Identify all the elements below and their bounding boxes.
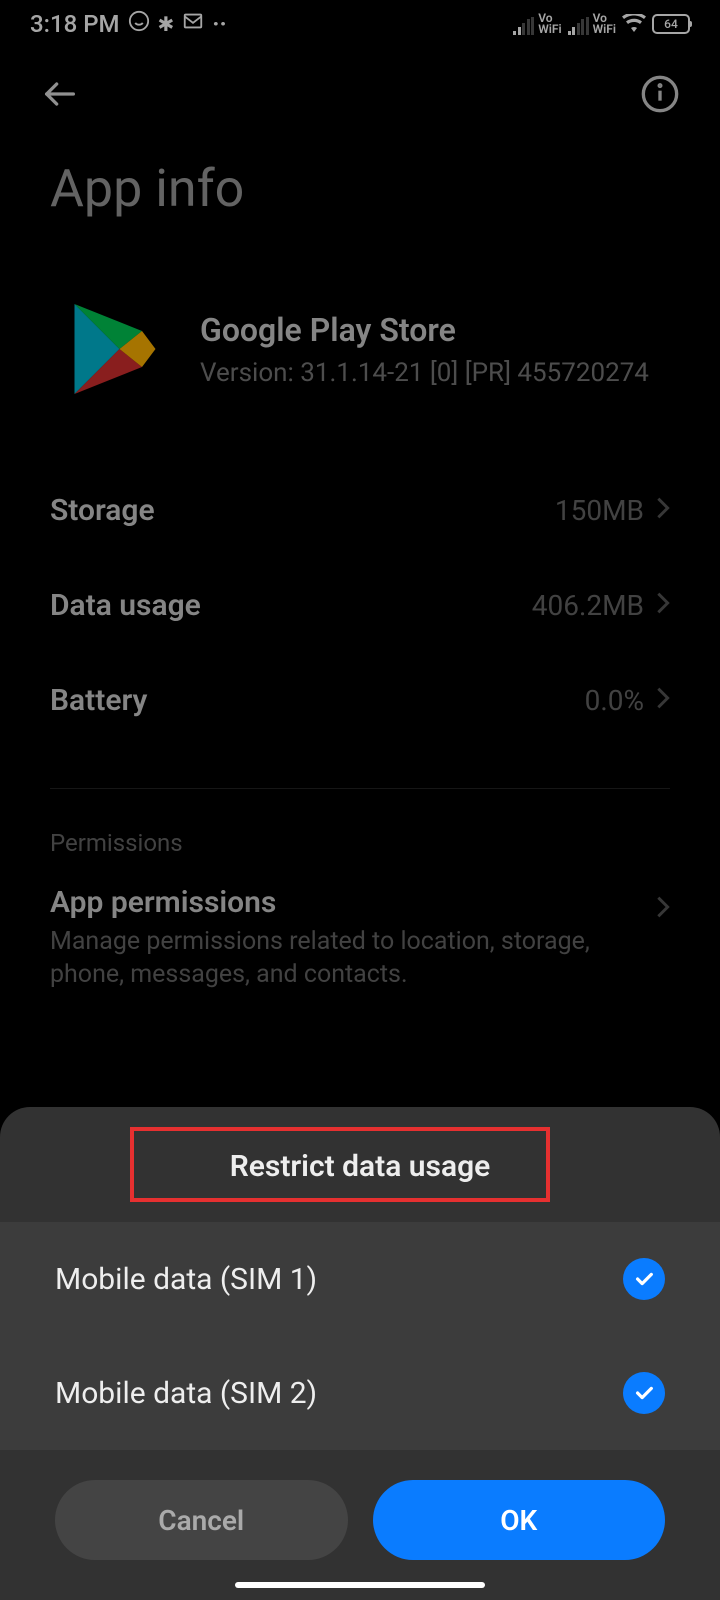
option-sim1[interactable]: Mobile data (SIM 1) xyxy=(0,1222,720,1336)
data-value: 406.2MB xyxy=(532,589,644,622)
slack-icon: ✱ xyxy=(158,12,175,36)
info-list: Storage 150MB Data usage 406.2MB Battery… xyxy=(0,443,720,768)
storage-row[interactable]: Storage 150MB xyxy=(50,463,670,558)
battery-value: 0.0% xyxy=(585,684,644,717)
data-value-wrap: 406.2MB xyxy=(532,589,670,622)
battery-icon: 64 xyxy=(652,14,690,34)
gmail-icon xyxy=(182,10,204,38)
storage-label: Storage xyxy=(50,493,155,528)
divider xyxy=(50,788,670,789)
option-sim2[interactable]: Mobile data (SIM 2) xyxy=(0,1336,720,1450)
chevron-right-icon xyxy=(656,684,670,717)
cancel-button[interactable]: Cancel xyxy=(55,1480,348,1560)
chevron-right-icon xyxy=(656,589,670,622)
battery-label: Battery xyxy=(50,683,147,718)
ok-button[interactable]: OK xyxy=(373,1480,666,1560)
play-store-icon xyxy=(70,299,160,403)
storage-value: 150MB xyxy=(555,494,644,527)
permissions-title: App permissions xyxy=(50,885,636,920)
more-dots-icon: ·· xyxy=(212,10,226,38)
wifi-icon xyxy=(622,10,646,38)
battery-row[interactable]: Battery 0.0% xyxy=(50,653,670,748)
option-sim1-label: Mobile data (SIM 1) xyxy=(55,1262,317,1297)
status-bar: 3:18 PM ✱ ·· VoWiFi VoWiFi 64 xyxy=(0,0,720,44)
status-left: 3:18 PM ✱ ·· xyxy=(30,10,227,38)
permissions-desc: Manage permissions related to location, … xyxy=(50,926,636,991)
dialog-buttons: Cancel OK xyxy=(0,1450,720,1570)
app-bar xyxy=(0,44,720,138)
checkmark-icon xyxy=(623,1372,665,1414)
app-text: Google Play Store Version: 31.1.14-21 [0… xyxy=(200,311,649,391)
battery-value-wrap: 0.0% xyxy=(585,684,670,717)
option-sim2-label: Mobile data (SIM 2) xyxy=(55,1376,317,1411)
back-arrow-icon[interactable] xyxy=(40,74,80,118)
signal-2: VoWiFi xyxy=(568,13,616,35)
permissions-section-label: Permissions xyxy=(0,809,720,867)
data-usage-row[interactable]: Data usage 406.2MB xyxy=(50,558,670,653)
vowifi-label-1: VoWiFi xyxy=(538,13,561,35)
chevron-right-icon xyxy=(656,494,670,527)
annotation-highlight xyxy=(130,1127,550,1202)
page-title: App info xyxy=(0,138,720,279)
vowifi-label-2: VoWiFi xyxy=(593,13,616,35)
signal-1: VoWiFi xyxy=(513,13,561,35)
status-time: 3:18 PM xyxy=(30,10,120,38)
app-header: Google Play Store Version: 31.1.14-21 [0… xyxy=(0,279,720,443)
info-icon[interactable] xyxy=(640,74,680,118)
app-version: Version: 31.1.14-21 [0] [PR] 455720274 xyxy=(200,357,649,391)
dialog-title-wrap: Restrict data usage xyxy=(0,1107,720,1222)
data-label: Data usage xyxy=(50,588,201,623)
dialog-options: Mobile data (SIM 1) Mobile data (SIM 2) xyxy=(0,1222,720,1450)
checkmark-icon xyxy=(623,1258,665,1300)
chevron-right-icon xyxy=(656,895,670,923)
whatsapp-icon xyxy=(128,10,150,38)
app-permissions-row[interactable]: App permissions Manage permissions relat… xyxy=(0,867,720,1009)
restrict-data-dialog: Restrict data usage Mobile data (SIM 1) … xyxy=(0,1107,720,1600)
status-right: VoWiFi VoWiFi 64 xyxy=(513,10,690,38)
storage-value-wrap: 150MB xyxy=(555,494,670,527)
app-name: Google Play Store xyxy=(200,311,649,349)
home-indicator[interactable] xyxy=(235,1582,485,1588)
